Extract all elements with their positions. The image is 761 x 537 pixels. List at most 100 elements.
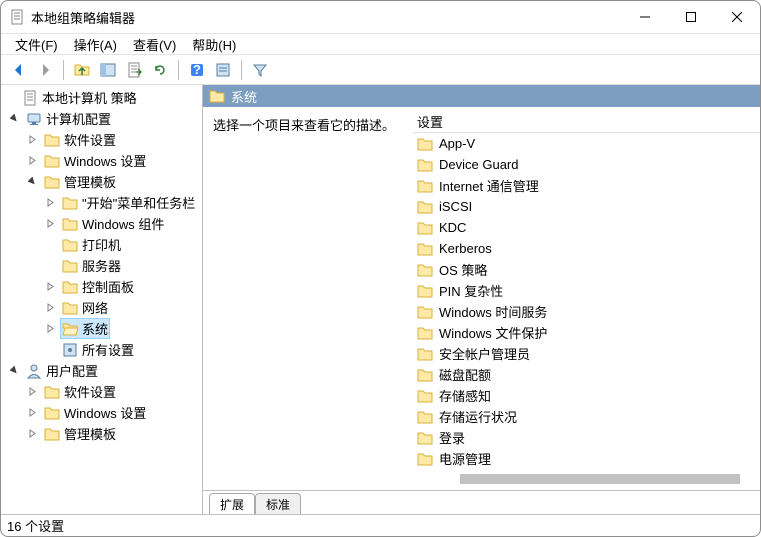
settings-list[interactable]: 设置 App-VDevice GuardInternet 通信管理iSCSIKD… xyxy=(413,107,760,490)
tree-control-panel[interactable]: 控制面板 xyxy=(1,276,202,297)
tree-item-label: 所有设置 xyxy=(82,340,134,359)
tree-start-taskbar[interactable]: "开始"菜单和任务栏 xyxy=(1,192,202,213)
folder-icon xyxy=(62,259,78,273)
bottom-tabs: 扩展 标准 xyxy=(203,490,760,514)
list-item[interactable]: Device Guard xyxy=(413,154,760,175)
forward-button[interactable] xyxy=(33,58,57,82)
folder-icon xyxy=(62,196,78,210)
breadcrumb-bar: 系统 xyxy=(203,85,760,107)
list-item[interactable]: Internet 通信管理 xyxy=(413,175,760,196)
list-item[interactable]: KDC xyxy=(413,217,760,238)
tree-uc-windows[interactable]: Windows 设置 xyxy=(1,402,202,423)
expand-icon[interactable] xyxy=(43,195,58,210)
list-item[interactable]: 存储运行状况 xyxy=(413,406,760,427)
tree-network[interactable]: 网络 xyxy=(1,297,202,318)
tree-windows-components[interactable]: Windows 组件 xyxy=(1,213,202,234)
expand-icon[interactable] xyxy=(25,132,40,147)
tree-uc-software[interactable]: 软件设置 xyxy=(1,381,202,402)
list-item-label: 电源管理 xyxy=(439,449,491,468)
expand-icon[interactable] xyxy=(43,216,58,231)
export-list-button[interactable] xyxy=(122,58,146,82)
tree-user-config[interactable]: 用户配置 xyxy=(1,360,202,381)
list-item-label: Windows 文件保护 xyxy=(439,323,547,342)
menu-view[interactable]: 查看(V) xyxy=(125,35,184,54)
help-button[interactable]: ? xyxy=(185,58,209,82)
refresh-button[interactable] xyxy=(148,58,172,82)
toolbar-separator xyxy=(178,60,179,80)
collapse-icon[interactable] xyxy=(7,363,22,378)
expand-icon[interactable] xyxy=(43,321,58,336)
collapse-icon[interactable] xyxy=(25,174,40,189)
tree-software-settings[interactable]: 软件设置 xyxy=(1,129,202,150)
expand-icon[interactable] xyxy=(25,405,40,420)
tree-windows-settings[interactable]: Windows 设置 xyxy=(1,150,202,171)
show-hide-tree-button[interactable] xyxy=(96,58,120,82)
list-item[interactable]: Kerberos xyxy=(413,238,760,259)
tree-root[interactable]: 本地计算机 策略 xyxy=(1,87,202,108)
tree-item-label: 管理模板 xyxy=(64,172,116,191)
list-item[interactable]: 存储感知 xyxy=(413,385,760,406)
expand-icon[interactable] xyxy=(25,384,40,399)
tree-all-settings[interactable]: 所有设置 xyxy=(1,339,202,360)
folder-icon xyxy=(417,305,433,319)
list-item[interactable]: Windows 文件保护 xyxy=(413,322,760,343)
folder-icon xyxy=(44,154,60,168)
tree-item-label: Windows 设置 xyxy=(64,403,146,422)
tree-item-label: 系统 xyxy=(82,319,108,338)
app-icon xyxy=(9,9,25,25)
tab-standard[interactable]: 标准 xyxy=(255,493,301,514)
expand-icon[interactable] xyxy=(25,153,40,168)
list-item[interactable]: Windows 时间服务 xyxy=(413,301,760,322)
menu-help[interactable]: 帮助(H) xyxy=(184,35,244,54)
user-icon xyxy=(26,363,42,379)
expand-icon[interactable] xyxy=(43,300,58,315)
menu-action[interactable]: 操作(A) xyxy=(66,35,125,54)
list-item[interactable]: iSCSI xyxy=(413,196,760,217)
statusbar: 16 个设置 xyxy=(1,514,760,536)
maximize-button[interactable] xyxy=(668,1,714,33)
list-item[interactable]: 电源管理 xyxy=(413,448,760,469)
description-column: 选择一个项目来查看它的描述。 xyxy=(203,107,413,490)
list-item[interactable]: 磁盘配额 xyxy=(413,364,760,385)
tree-item-label: 计算机配置 xyxy=(46,109,111,128)
properties-button[interactable] xyxy=(211,58,235,82)
horizontal-scrollbar[interactable] xyxy=(460,474,740,484)
list-item[interactable]: OS 策略 xyxy=(413,259,760,280)
folder-icon xyxy=(417,410,433,424)
up-button[interactable] xyxy=(70,58,94,82)
tree-printers[interactable]: 打印机 xyxy=(1,234,202,255)
tree-server[interactable]: 服务器 xyxy=(1,255,202,276)
tab-extended[interactable]: 扩展 xyxy=(209,493,255,514)
list-item[interactable]: App-V xyxy=(413,133,760,154)
tree-item-label: 打印机 xyxy=(82,235,121,254)
list-item[interactable]: 登录 xyxy=(413,427,760,448)
folder-icon xyxy=(417,263,433,277)
tree-item-label: 本地计算机 策略 xyxy=(42,88,137,107)
tree-system[interactable]: 系统 xyxy=(1,318,202,339)
expand-icon[interactable] xyxy=(43,279,58,294)
folder-icon xyxy=(417,326,433,340)
close-button[interactable] xyxy=(714,1,760,33)
menu-file[interactable]: 文件(F) xyxy=(7,35,66,54)
toolbar: ? xyxy=(1,55,760,85)
folder-icon xyxy=(417,200,433,214)
navigation-tree[interactable]: 本地计算机 策略计算机配置软件设置Windows 设置管理模板"开始"菜单和任务… xyxy=(1,85,203,514)
tree-item-label: 用户配置 xyxy=(46,361,98,380)
list-item-label: 磁盘配额 xyxy=(439,365,491,384)
tree-admin-templates[interactable]: 管理模板 xyxy=(1,171,202,192)
expand-icon[interactable] xyxy=(25,426,40,441)
tree-item-label: 网络 xyxy=(82,298,108,317)
list-item-label: PIN 复杂性 xyxy=(439,281,503,300)
back-button[interactable] xyxy=(7,58,31,82)
minimize-button[interactable] xyxy=(622,1,668,33)
filter-button[interactable] xyxy=(248,58,272,82)
tree-uc-admin-templates[interactable]: 管理模板 xyxy=(1,423,202,444)
tree-item-label: "开始"菜单和任务栏 xyxy=(82,193,195,212)
tree-computer-config[interactable]: 计算机配置 xyxy=(1,108,202,129)
menubar: 文件(F) 操作(A) 查看(V) 帮助(H) xyxy=(1,33,760,55)
list-item[interactable]: 安全帐户管理员 xyxy=(413,343,760,364)
list-item-label: Windows 时间服务 xyxy=(439,302,547,321)
collapse-icon[interactable] xyxy=(7,111,22,126)
list-item[interactable]: PIN 复杂性 xyxy=(413,280,760,301)
folder-icon xyxy=(44,385,60,399)
